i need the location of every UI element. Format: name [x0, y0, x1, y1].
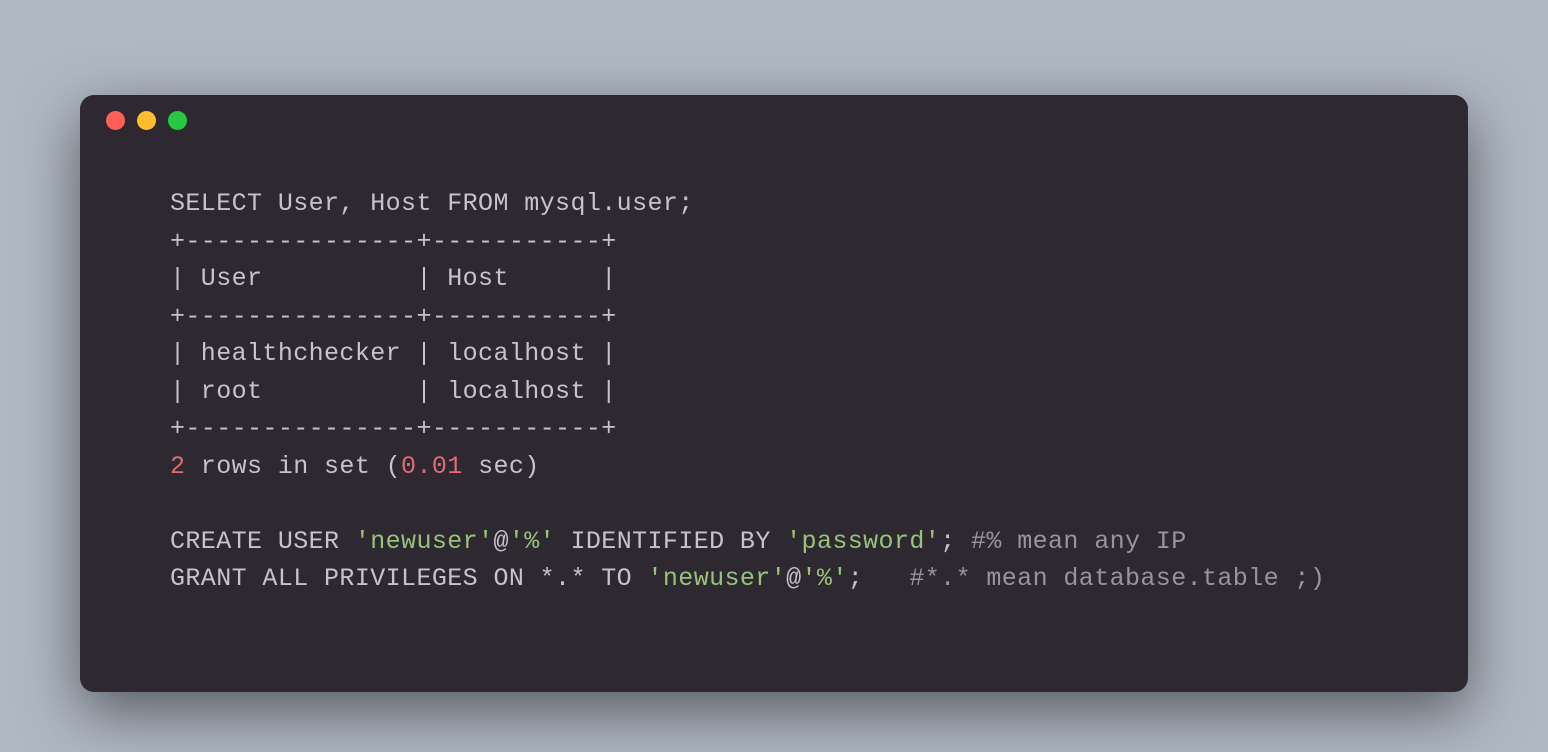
- terminal-window: SELECT User, Host FROM mysql.user; +----…: [80, 95, 1468, 692]
- terminal-content: SELECT User, Host FROM mysql.user; +----…: [80, 145, 1468, 628]
- close-icon[interactable]: [106, 111, 125, 130]
- minimize-icon[interactable]: [137, 111, 156, 130]
- maximize-icon[interactable]: [168, 111, 187, 130]
- title-bar: [80, 95, 1468, 145]
